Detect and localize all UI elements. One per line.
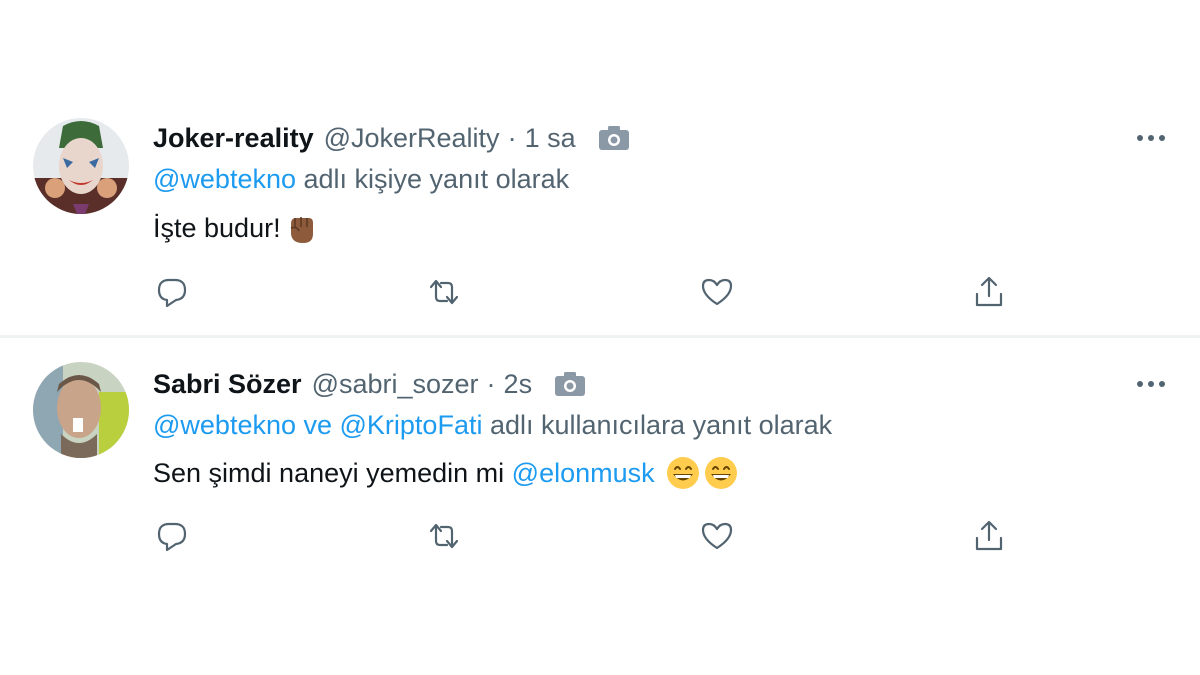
like-button[interactable]	[698, 518, 736, 554]
reply-mention-link[interactable]: @webtekno ve @KriptoFati	[153, 410, 482, 440]
tweet[interactable]: Joker-reality @JokerReality · 1 sa @webt…	[0, 100, 1200, 335]
tweet-actions	[153, 518, 1033, 554]
reply-button[interactable]	[153, 274, 191, 310]
camera-icon	[554, 371, 586, 397]
tweet-text: Sen şimdi naneyi yemedin mi @elonmusk	[153, 455, 739, 491]
timestamp[interactable]: 1 sa	[525, 123, 576, 154]
heart-icon	[701, 278, 733, 306]
share-button[interactable]	[970, 274, 1008, 310]
share-icon	[975, 276, 1003, 307]
retweet-button[interactable]	[425, 518, 463, 554]
separator-dot: ·	[486, 368, 496, 399]
tweet-header: Joker-reality @JokerReality · 1 sa	[153, 120, 630, 156]
retweet-icon	[429, 523, 459, 549]
tweet-actions	[153, 274, 1033, 310]
more-icon[interactable]	[1134, 128, 1168, 148]
like-button[interactable]	[698, 274, 736, 310]
display-name[interactable]: Sabri Sözer	[153, 369, 302, 400]
separator-dot: ·	[507, 122, 517, 153]
more-icon[interactable]	[1134, 374, 1168, 394]
reply-context: @webtekno adlı kişiye yanıt olarak	[153, 164, 569, 195]
reply-button[interactable]	[153, 518, 191, 554]
tweet-text-body: Sen şimdi naneyi yemedin mi	[153, 457, 512, 488]
reply-context-text: adlı kullanıcılara yanıt olarak	[482, 410, 833, 440]
heart-icon	[701, 522, 733, 550]
grinning-face-emoji-icon	[703, 455, 739, 491]
tweet-header: Sabri Sözer @sabri_sozer · 2s	[153, 366, 586, 402]
share-icon	[975, 520, 1003, 551]
retweet-button[interactable]	[425, 274, 463, 310]
reply-icon	[157, 278, 187, 308]
reply-context: @webtekno ve @KriptoFati adlı kullanıcıl…	[153, 410, 832, 441]
timestamp[interactable]: 2s	[504, 369, 533, 400]
user-handle[interactable]: @sabri_sozer	[312, 369, 479, 400]
user-handle[interactable]: @JokerReality	[324, 123, 500, 154]
avatar[interactable]	[33, 118, 129, 214]
tweet-timeline: Joker-reality @JokerReality · 1 sa @webt…	[0, 0, 1200, 675]
grinning-face-emoji-icon	[665, 455, 701, 491]
tweet[interactable]: Sabri Sözer @sabri_sozer · 2s @webtekno …	[0, 338, 1200, 578]
tweet-text: İşte budur!	[153, 210, 319, 246]
raised-fist-emoji-icon	[283, 210, 319, 246]
camera-icon	[598, 125, 630, 151]
reply-icon	[157, 522, 187, 552]
mention-link[interactable]: @elonmusk	[512, 458, 655, 489]
avatar[interactable]	[33, 362, 129, 458]
retweet-icon	[429, 279, 459, 305]
reply-mention-link[interactable]: @webtekno	[153, 164, 296, 194]
reply-context-text: adlı kişiye yanıt olarak	[296, 164, 570, 194]
share-button[interactable]	[970, 518, 1008, 554]
display-name[interactable]: Joker-reality	[153, 123, 314, 154]
tweet-text-body: İşte budur!	[153, 212, 281, 243]
